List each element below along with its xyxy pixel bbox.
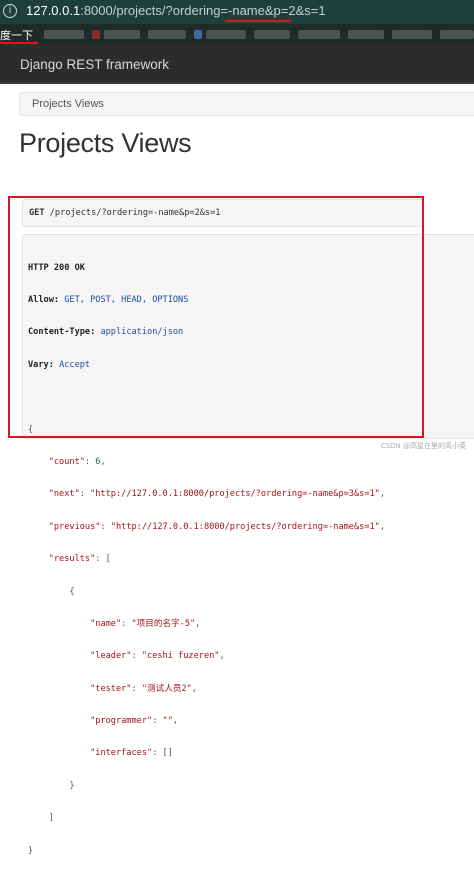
request-path: /projects/?ordering=-name&p=2&s=1 xyxy=(49,208,221,218)
json-key-interfaces: "interfaces" xyxy=(90,748,153,759)
json-close-brace: } xyxy=(28,845,34,856)
json-value-previous-link[interactable]: "http://127.0.0.1:8000/projects/?orderin… xyxy=(111,522,380,532)
header-vary-value: Accept xyxy=(59,359,91,370)
bookmark-first[interactable]: 度一下 xyxy=(0,27,33,43)
response-info: HTTP 200 OK Allow: GET, POST, HEAD, OPTI… xyxy=(22,234,474,856)
json-value-programmer: "" xyxy=(162,716,173,727)
navbar-brand[interactable]: Django REST framework xyxy=(20,57,169,72)
browser-address-bar[interactable]: i 127.0.0.1:8000/projects/?ordering=-nam… xyxy=(0,0,474,24)
json-key-tester: "tester" xyxy=(90,683,132,694)
json-key-name: "name" xyxy=(90,618,122,629)
json-key-next: "next" xyxy=(48,489,80,500)
url-text[interactable]: 127.0.0.1:8000/projects/?ordering=-name&… xyxy=(26,3,326,18)
watermark: CSDN @高星在里的高小菜 xyxy=(380,442,466,450)
bookmark-item[interactable] xyxy=(348,30,384,39)
bookmark-item[interactable] xyxy=(44,30,84,39)
json-key-programmer: "programmer" xyxy=(90,716,153,727)
json-key-results: "results" xyxy=(48,554,96,565)
response-status: HTTP 200 OK xyxy=(28,262,85,273)
bookmark-item[interactable] xyxy=(254,30,290,39)
json-key-previous: "previous" xyxy=(48,521,101,532)
site-info-icon[interactable]: i xyxy=(3,4,17,18)
breadcrumb-item-projects-views[interactable]: Projects Views xyxy=(32,98,104,110)
request-method: GET xyxy=(29,208,45,218)
top-navbar: Django REST framework xyxy=(0,44,474,84)
bookmark-favicon[interactable] xyxy=(92,30,100,39)
bookmark-item[interactable] xyxy=(440,30,474,39)
request-line: GET /projects/?ordering=-name&p=2&s=1 xyxy=(29,208,220,218)
bookmark-item[interactable] xyxy=(206,30,246,39)
bookmarks-bar: 度一下 xyxy=(0,24,474,44)
json-value-leader: "ceshi fuzeren" xyxy=(141,651,220,662)
page-title: Projects Views xyxy=(19,128,192,158)
bookmark-favicon[interactable] xyxy=(194,30,202,39)
json-open-brace: { xyxy=(28,424,34,435)
bookmark-item[interactable] xyxy=(392,30,432,39)
url-path: :8000/projects/?ordering=-name&p=2&s=1 xyxy=(80,3,326,18)
header-content-type-value: application/json xyxy=(100,327,184,338)
header-allow-value: GET, POST, HEAD, OPTIONS xyxy=(64,294,189,305)
header-allow-key: Allow: xyxy=(28,294,60,305)
bookmark-item[interactable] xyxy=(298,30,340,39)
header-content-type-key: Content-Type: xyxy=(28,327,96,338)
response-content: HTTP 200 OK Allow: GET, POST, HEAD, OPTI… xyxy=(28,262,386,856)
header-vary-key: Vary: xyxy=(28,359,54,370)
json-value-interfaces: [] xyxy=(162,748,173,759)
json-value-next-link[interactable]: "http://127.0.0.1:8000/projects/?orderin… xyxy=(90,489,380,499)
url-highlight-underline xyxy=(225,20,291,22)
bookmark-item[interactable] xyxy=(104,30,140,39)
bookmark-item[interactable] xyxy=(148,30,186,39)
json-key-count: "count" xyxy=(48,456,85,467)
request-info: GET /projects/?ordering=-name&p=2&s=1 xyxy=(22,199,424,227)
json-key-leader: "leader" xyxy=(90,651,132,662)
breadcrumb: Projects Views xyxy=(19,92,474,116)
json-value-tester: "测试人员2" xyxy=(141,683,192,694)
json-value-name: "项目的名字-5" xyxy=(131,618,196,629)
url-host: 127.0.0.1 xyxy=(26,3,81,18)
